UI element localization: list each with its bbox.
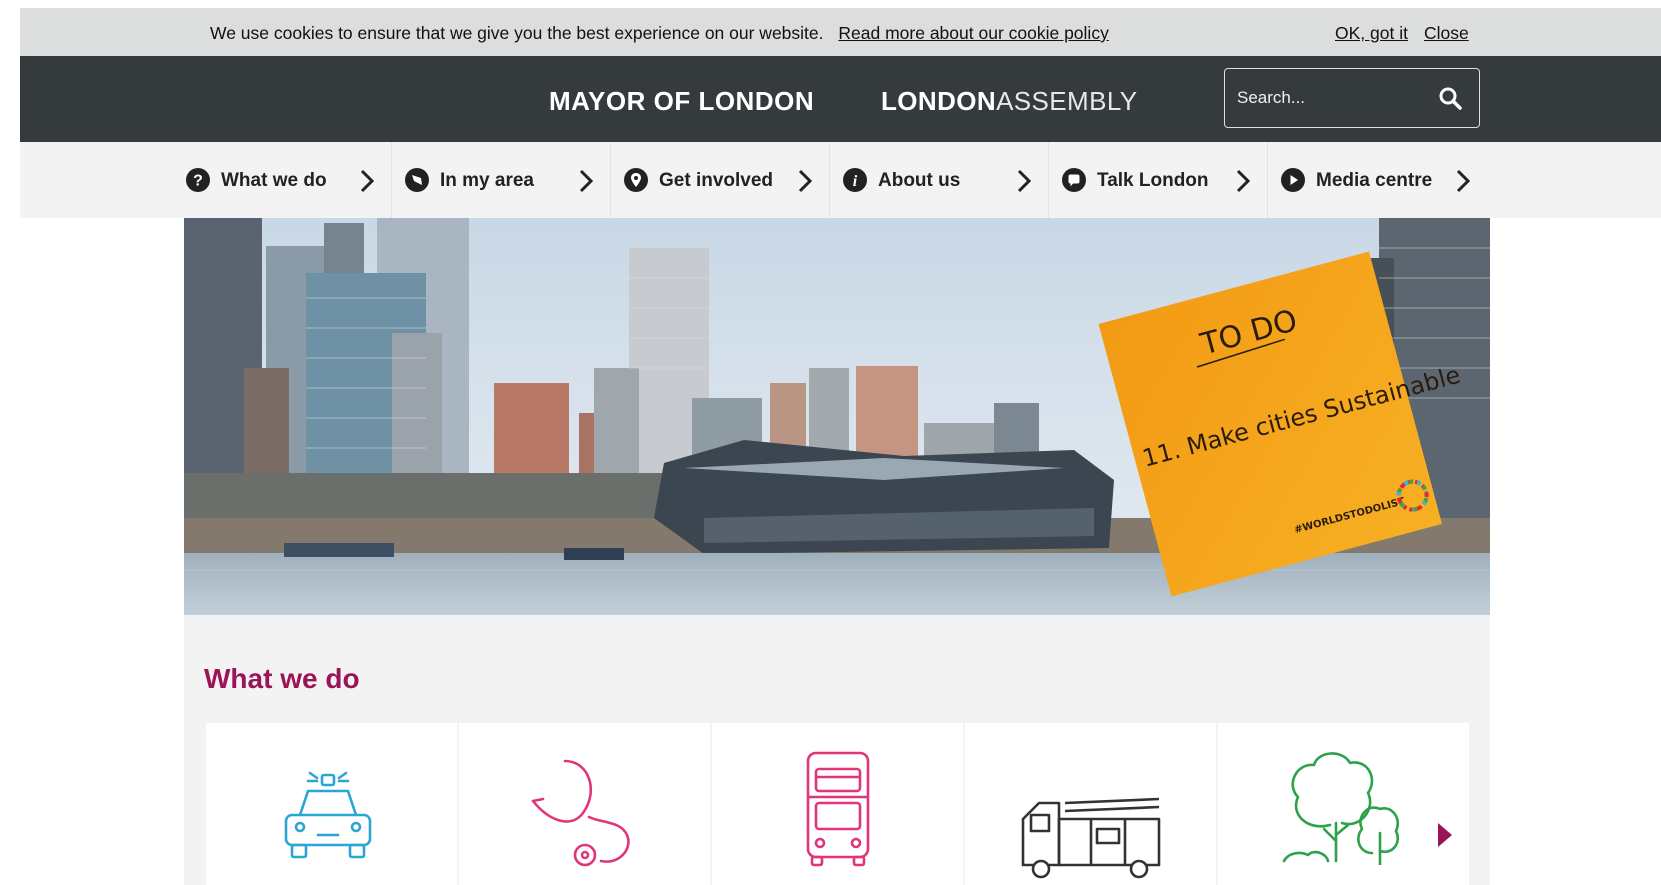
- cookie-ok-button[interactable]: OK, got it: [1335, 23, 1408, 44]
- police-car-icon: [284, 771, 372, 859]
- hero-image: TO DO 11. Make cities Sustainable #WORLD…: [184, 218, 1490, 615]
- section-title: What we do: [204, 663, 360, 694]
- hero-banner[interactable]: TO DO 11. Make cities Sustainable #WORLD…: [184, 218, 1490, 615]
- trees-icon: [1282, 752, 1400, 865]
- assembly-logo-strong: LONDON: [881, 86, 997, 116]
- site-header: MAYOR OF LONDON LONDONASSEMBLY: [20, 56, 1661, 142]
- svg-text:i: i: [853, 173, 858, 190]
- main-navigation: ? What we do In my area Get involved i A…: [20, 142, 1661, 218]
- chevron-right-icon: [1456, 169, 1471, 193]
- nav-label: In my area: [440, 170, 534, 191]
- nav-item-about-us[interactable]: i About us: [831, 142, 1049, 218]
- nav-label: Get involved: [659, 170, 774, 191]
- nav-item-what-we-do[interactable]: ? What we do: [174, 142, 392, 218]
- search-box: [1224, 68, 1480, 128]
- search-input[interactable]: [1237, 85, 1427, 111]
- nav-item-in-my-area[interactable]: In my area: [393, 142, 611, 218]
- compass-icon: [405, 168, 429, 192]
- nav-item-talk-london[interactable]: Talk London: [1050, 142, 1268, 218]
- chevron-right-icon: [1236, 169, 1251, 193]
- cookie-message: We use cookies to ensure that we give yo…: [210, 23, 1109, 44]
- card-policing[interactable]: [206, 723, 457, 885]
- nav-label: What we do: [221, 170, 327, 191]
- fire-engine-icon: [1021, 797, 1161, 879]
- card-fire[interactable]: [965, 723, 1216, 885]
- speech-bubble-icon: [1062, 168, 1086, 192]
- bus-icon: [806, 751, 870, 867]
- london-assembly-logo[interactable]: LONDONASSEMBLY: [881, 86, 1138, 117]
- cookie-banner: We use cookies to ensure that we give yo…: [20, 8, 1661, 56]
- card-health[interactable]: [459, 723, 710, 885]
- nav-label: Talk London: [1097, 170, 1209, 191]
- nav-label: About us: [878, 170, 961, 191]
- play-circle-icon: [1281, 168, 1305, 192]
- nav-item-media-centre[interactable]: Media centre: [1269, 142, 1487, 218]
- cookie-policy-link[interactable]: Read more about our cookie policy: [838, 23, 1108, 43]
- service-cards: [206, 723, 1469, 885]
- search-icon[interactable]: [1437, 85, 1465, 113]
- stethoscope-icon: [531, 759, 630, 867]
- card-environment[interactable]: [1218, 723, 1469, 885]
- assembly-logo-light: ASSEMBLY: [996, 86, 1138, 116]
- cookie-message-text: We use cookies to ensure that we give yo…: [210, 23, 824, 43]
- what-we-do-section: What we do: [184, 615, 1490, 885]
- map-pin-icon: [624, 168, 648, 192]
- chevron-right-icon: [579, 169, 594, 193]
- svg-text:?: ?: [193, 173, 203, 190]
- page: We use cookies to ensure that we give yo…: [20, 8, 1661, 885]
- question-circle-icon: ?: [186, 168, 210, 192]
- carousel-next-arrow-icon[interactable]: [1436, 821, 1454, 849]
- cookie-close-button[interactable]: Close: [1424, 23, 1469, 44]
- chevron-right-icon: [360, 169, 375, 193]
- chevron-right-icon: [798, 169, 813, 193]
- info-circle-icon: i: [843, 168, 867, 192]
- nav-item-get-involved[interactable]: Get involved: [612, 142, 830, 218]
- card-transport[interactable]: [712, 723, 963, 885]
- mayor-of-london-logo[interactable]: MAYOR OF LONDON: [549, 86, 814, 117]
- nav-label: Media centre: [1316, 170, 1433, 191]
- chevron-right-icon: [1017, 169, 1032, 193]
